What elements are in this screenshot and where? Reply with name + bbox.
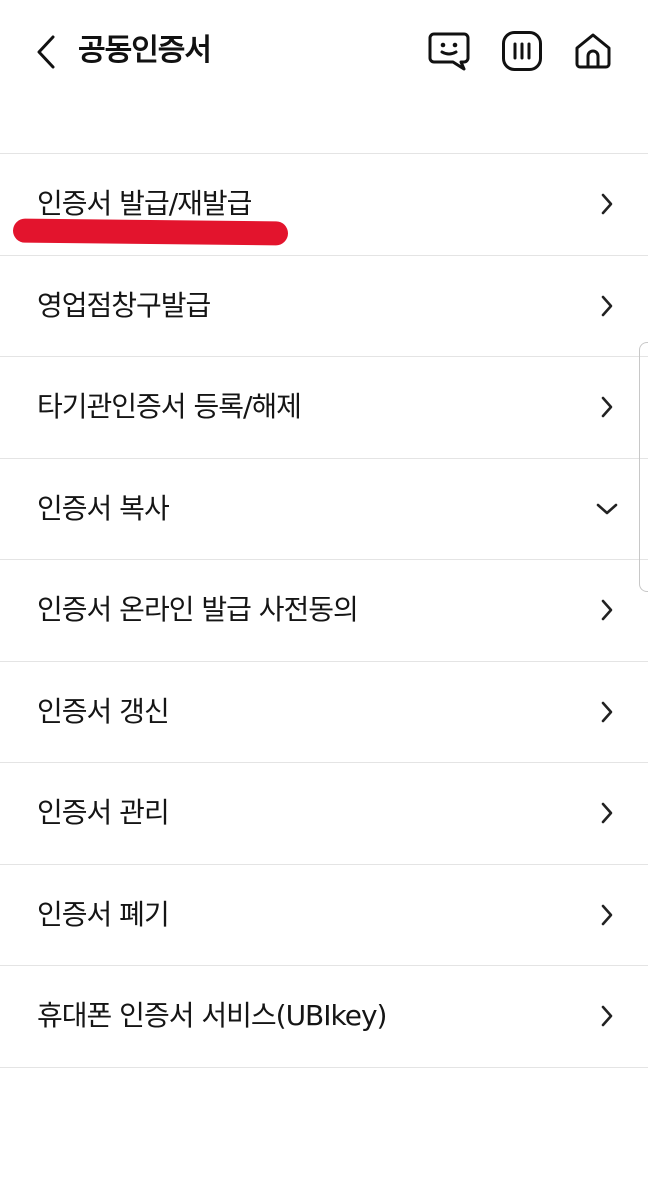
home-button[interactable] [570, 28, 616, 74]
chevron-right-icon [594, 596, 620, 624]
menu-item-online-consent[interactable]: 인증서 온라인 발급 사전동의 [0, 560, 648, 662]
menu-item-other-institution-register[interactable]: 타기관인증서 등록/해제 [0, 357, 648, 459]
menu-item-management[interactable]: 인증서 관리 [0, 763, 648, 865]
back-button[interactable] [26, 30, 66, 74]
menu-item-label: 인증서 관리 [37, 796, 170, 829]
menu-item-renewal[interactable]: 인증서 갱신 [0, 662, 648, 763]
chevron-right-icon [594, 393, 620, 421]
menu-button[interactable] [499, 28, 545, 74]
chevron-down-icon [594, 495, 620, 523]
menu-item-label: 영업점창구발급 [37, 288, 211, 322]
red-underline-annotation [12, 218, 289, 246]
menu-item-ubikey-service[interactable]: 휴대폰 인증서 서비스(UBIkey) [0, 966, 648, 1068]
menu-icon [502, 31, 542, 71]
chatbot-button[interactable] [426, 28, 472, 74]
menu-item-label: 휴대폰 인증서 서비스(UBIkey) [37, 999, 387, 1032]
chevron-right-icon [594, 901, 620, 929]
chevron-right-icon [594, 698, 620, 726]
chevron-right-icon [594, 292, 620, 320]
page-title: 공동인증서 [78, 33, 212, 68]
menu-item-label: 인증서 폐기 [37, 897, 170, 931]
chevron-right-icon [594, 190, 620, 218]
chevron-right-icon [594, 799, 620, 827]
menu-item-label: 인증서 갱신 [37, 694, 170, 728]
menu-item-label: 인증서 온라인 발급 사전동의 [37, 593, 359, 626]
menu-item-certificate-copy[interactable]: 인증서 복사 [0, 459, 648, 560]
home-icon [575, 33, 611, 69]
edge-panel-handle[interactable] [639, 342, 648, 592]
menu-item-label: 인증서 복사 [37, 491, 170, 525]
certificate-menu-list: 인증서 발급/재발급 영업점창구발급 타기관인증서 등록/해제 인증서 복사 인… [0, 153, 648, 1068]
chevron-left-icon [37, 35, 55, 69]
top-app-bar: 공동인증서 [0, 0, 648, 104]
menu-item-branch-issue[interactable]: 영업점창구발급 [0, 256, 648, 357]
chevron-right-icon [594, 1002, 620, 1030]
chatbot-icon [428, 32, 470, 71]
menu-item-label: 타기관인증서 등록/해제 [37, 390, 302, 423]
menu-item-revoke[interactable]: 인증서 폐기 [0, 865, 648, 966]
